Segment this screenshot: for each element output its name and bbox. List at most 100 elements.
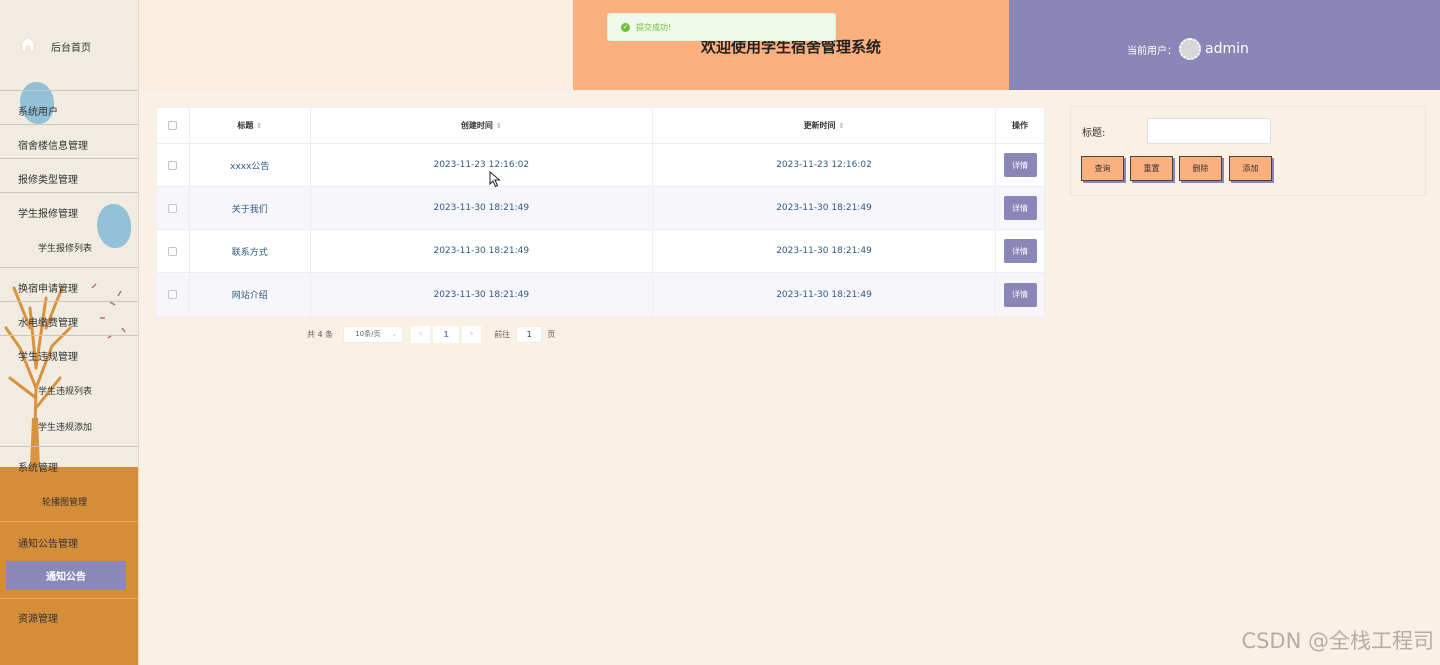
notice-table: 标题 ⇕ 创建时间 ⇕ 更新时间 ⇕ 操作 xxxx公告 2023-11-23 12:… <box>156 107 1045 317</box>
sort-icon[interactable]: ⇕ <box>256 122 262 130</box>
sidebar-item-label: 通知公告管理 <box>18 539 78 550</box>
column-header-label: 操作 <box>1012 121 1029 130</box>
sidebar-item-home[interactable]: 后台首页 <box>0 28 138 90</box>
sidebar-item-label: 学生报修管理 <box>18 209 78 220</box>
sidebar-item-notice-management[interactable]: 通知公告管理 <box>0 521 138 559</box>
column-header-created[interactable]: 创建时间 ⇕ <box>311 108 653 143</box>
toast-message: 提交成功! <box>636 22 672 32</box>
detail-button[interactable]: 详情 <box>1003 153 1037 177</box>
page-size-select[interactable]: 10条/页 ⌄ <box>343 325 404 343</box>
column-header-op: 操作 <box>996 108 1044 143</box>
delete-button[interactable]: 删除 <box>1179 156 1222 181</box>
sidebar-item-repair-types[interactable]: 报修类型管理 <box>0 158 138 192</box>
current-user: 当前用户： admin <box>1127 38 1249 60</box>
goto-page-input[interactable]: 1 <box>516 325 543 343</box>
column-header-label: 更新时间 <box>803 121 836 130</box>
cell-updated: 2023-11-30 18:21:49 <box>653 273 997 316</box>
sidebar-subitem-carousel[interactable]: 轮播图管理 <box>0 482 138 521</box>
table-header-row: 标题 ⇕ 创建时间 ⇕ 更新时间 ⇕ 操作 <box>157 108 1044 144</box>
header-left-panel <box>139 0 573 90</box>
chevron-down-icon: ⌄ <box>391 330 398 338</box>
sidebar-item-label: 学生违规添加 <box>38 423 93 433</box>
pagination-total: 共 4 条 <box>307 329 334 339</box>
username[interactable]: admin <box>1205 41 1249 57</box>
cell-title: 联系方式 <box>190 230 311 272</box>
sidebar: 后台首页 系统用户 宿舍楼信息管理 报修类型管理 学生报修管理 学生报修列表 换… <box>0 0 139 665</box>
sidebar-item-label: 资源管理 <box>18 614 58 625</box>
detail-button[interactable]: 详情 <box>1003 196 1037 220</box>
sidebar-item-label: 宿舍楼信息管理 <box>18 141 88 152</box>
sidebar-subitem-violation-list[interactable]: 学生违规列表 <box>0 371 138 407</box>
success-toast: ✓ 提交成功! <box>607 13 836 41</box>
sidebar-item-violations[interactable]: 学生违规管理 <box>0 335 138 371</box>
detail-button[interactable]: 详情 <box>1003 282 1037 307</box>
sidebar-item-label: 报修类型管理 <box>18 175 78 186</box>
cell-created: 2023-11-30 18:21:49 <box>311 230 653 272</box>
watermark: CSDN @全栈工程司 <box>1241 629 1434 653</box>
header-user-panel: 当前用户： admin <box>1009 0 1440 90</box>
row-checkbox-cell <box>157 230 190 272</box>
row-checkbox-cell <box>157 144 190 186</box>
cell-title: xxxx公告 <box>190 144 311 186</box>
sidebar-item-student-repairs[interactable]: 学生报修管理 <box>0 192 138 228</box>
goto-suffix: 页 <box>547 329 556 339</box>
row-checkbox[interactable] <box>168 203 178 213</box>
cell-updated: 2023-11-30 18:21:49 <box>653 230 997 272</box>
table-row: 网站介绍 2023-11-30 18:21:49 2023-11-30 18:2… <box>157 273 1044 316</box>
sidebar-item-label: 系统管理 <box>18 463 58 474</box>
column-header-updated[interactable]: 更新时间 ⇕ <box>653 108 997 143</box>
detail-button[interactable]: 详情 <box>1003 239 1037 263</box>
user-label: 当前用户： <box>1127 45 1177 57</box>
sidebar-subitem-repair-list[interactable]: 学生报修列表 <box>0 228 138 266</box>
table-row: 关于我们 2023-11-30 18:21:49 2023-11-30 18:2… <box>157 187 1044 230</box>
sidebar-item-dorm-buildings[interactable]: 宿舍楼信息管理 <box>0 124 138 158</box>
page-number-current[interactable]: 1 <box>433 325 460 343</box>
search-title-label: 标题: <box>1082 128 1106 139</box>
sidebar-item-label: 换宿申请管理 <box>18 284 78 295</box>
cell-op: 详情 <box>996 273 1044 316</box>
cell-updated: 2023-11-23 12:16:02 <box>653 144 997 186</box>
cell-title: 关于我们 <box>190 187 311 229</box>
goto-label: 前往 <box>494 329 511 339</box>
cell-op: 详情 <box>996 144 1044 186</box>
search-title-input[interactable] <box>1147 118 1271 144</box>
pagination: 共 4 条 10条/页 ⌄ ‹ 1 › 前往 1 页 <box>307 325 555 343</box>
sidebar-item-label: 学生违规管理 <box>18 352 78 363</box>
cell-created: 2023-11-23 12:16:02 <box>311 144 653 186</box>
sort-icon[interactable]: ⇕ <box>496 122 502 130</box>
check-circle-icon: ✓ <box>621 22 630 32</box>
cell-op: 详情 <box>996 187 1044 229</box>
prev-page-button[interactable]: ‹ <box>411 325 431 343</box>
row-checkbox[interactable] <box>168 246 178 256</box>
sidebar-item-room-change[interactable]: 换宿申请管理 <box>0 267 138 301</box>
next-page-button[interactable]: › <box>462 325 482 343</box>
sidebar-item-utility-fees[interactable]: 水电缴费管理 <box>0 301 138 335</box>
sidebar-item-system-management[interactable]: 系统管理 <box>0 446 138 482</box>
sidebar-item-system-users[interactable]: 系统用户 <box>0 90 138 124</box>
sidebar-subitem-notices-active[interactable]: 通知公告 <box>6 561 126 590</box>
sort-icon[interactable]: ⇕ <box>839 122 845 130</box>
chevron-left-icon: ‹ <box>418 329 423 339</box>
sidebar-item-resources[interactable]: 资源管理 <box>0 598 138 634</box>
select-all-checkbox[interactable] <box>168 121 178 130</box>
avatar[interactable] <box>1179 38 1201 60</box>
search-panel: 标题: 查询 重置 删除 添加 <box>1070 106 1426 196</box>
query-button[interactable]: 查询 <box>1081 156 1124 181</box>
table-row: 联系方式 2023-11-30 18:21:49 2023-11-30 18:2… <box>157 230 1044 273</box>
page-size-value: 10条/页 <box>355 330 381 338</box>
table-row: xxxx公告 2023-11-23 12:16:02 2023-11-23 12… <box>157 144 1044 187</box>
sidebar-item-label: 学生报修列表 <box>38 244 93 254</box>
column-header-label: 创建时间 <box>460 121 493 130</box>
add-button[interactable]: 添加 <box>1229 156 1272 181</box>
cell-created: 2023-11-30 18:21:49 <box>311 273 653 316</box>
cell-op: 详情 <box>996 230 1044 272</box>
row-checkbox-cell <box>157 187 190 229</box>
reset-button[interactable]: 重置 <box>1130 156 1173 181</box>
sidebar-subitem-violation-add[interactable]: 学生违规添加 <box>0 407 138 446</box>
chevron-right-icon: › <box>469 329 474 339</box>
column-header-title[interactable]: 标题 ⇕ <box>190 108 311 143</box>
row-checkbox[interactable] <box>168 160 178 170</box>
row-checkbox[interactable] <box>168 290 178 299</box>
sidebar-item-label: 系统用户 <box>18 107 58 118</box>
row-checkbox-cell <box>157 273 190 316</box>
